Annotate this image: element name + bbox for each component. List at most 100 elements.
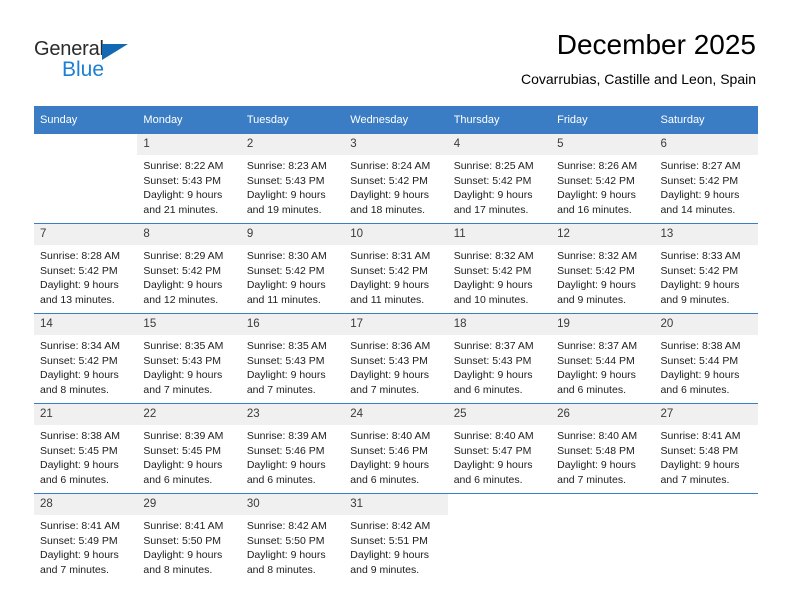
calendar-day-cell[interactable]: 5 Sunrise: 8:26 AM Sunset: 5:42 PM Daylight… [551,134,655,224]
daylight-duration-line1: Daylight: 9 hours [246,459,326,472]
day-number: 22 [137,404,241,425]
daylight-duration-line1: Daylight: 9 hours [40,549,119,562]
sunset-time: Sunset: 5:43 PM [246,354,325,367]
daylight-duration-line1: Daylight: 9 hours [143,459,223,472]
calendar-day-cell[interactable]: 6 Sunrise: 8:27 AM Sunset: 5:42 PM Daylight… [654,134,758,224]
calendar-day-cell[interactable]: 19 Sunrise: 8:37 AM Sunset: 5:44 PM Dayligh… [551,313,655,404]
calendar-day-cell[interactable]: 1 Sunrise: 8:22 AM Sunset: 5:43 PM Daylight… [137,134,241,224]
calendar-week-row: 28 Sunrise: 8:41 AM Sunset: 5:49 PM Dayligh… [34,493,758,583]
sunrise-time: Sunrise: 8:37 AM [453,340,534,352]
sunset-time: Sunset: 5:43 PM [350,354,428,367]
calendar-day-cell[interactable]: 26 Sunrise: 8:40 AM Sunset: 5:48 PM Dayligh… [551,403,655,494]
calendar-day-cell[interactable]: 24 Sunrise: 8:40 AM Sunset: 5:46 PM Dayligh… [344,403,448,494]
calendar-day-cell[interactable]: 16 Sunrise: 8:35 AM Sunset: 5:43 PM Dayligh… [240,313,345,404]
calendar-day-cell[interactable]: 4 Sunrise: 8:25 AM Sunset: 5:42 PM Daylight… [447,134,552,224]
sunrise-time: Sunrise: 8:32 AM [453,250,534,262]
calendar-day-cell[interactable]: 27 Sunrise: 8:41 AM Sunset: 5:48 PM Dayligh… [654,403,758,494]
sunset-time: Sunset: 5:45 PM [143,444,222,457]
day-details: Sunrise: 8:42 AM Sunset: 5:50 PM Daylight:… [241,515,344,577]
day-number: 10 [344,224,448,245]
daylight-duration-line1: Daylight: 9 hours [246,279,326,292]
day-number: 28 [34,494,138,515]
day-number: 29 [137,494,241,515]
sunset-time: Sunset: 5:43 PM [246,174,325,187]
calendar-day-cell [447,493,552,583]
general-blue-logo[interactable]: General Blue [34,38,154,84]
calendar-day-cell[interactable]: 22 Sunrise: 8:39 AM Sunset: 5:45 PM Dayligh… [137,403,241,494]
daylight-duration-line1: Daylight: 9 hours [246,189,326,202]
sunset-time: Sunset: 5:50 PM [246,534,325,547]
daylight-duration-line2: and 18 minutes. [350,203,425,216]
calendar-day-cell[interactable]: 31 Sunrise: 8:42 AM Sunset: 5:51 PM Dayligh… [344,493,448,583]
sunrise-time: Sunrise: 8:25 AM [453,160,534,172]
day-details: Sunrise: 8:38 AM Sunset: 5:44 PM Daylight:… [655,335,758,397]
daylight-duration-line1: Daylight: 9 hours [246,549,326,562]
daylight-duration-line2: and 17 minutes. [453,203,529,216]
day-details: Sunrise: 8:29 AM Sunset: 5:42 PM Daylight:… [137,245,240,307]
daylight-duration-line1: Daylight: 9 hours [143,279,223,292]
sunset-time: Sunset: 5:42 PM [40,264,118,277]
calendar-page: General Blue December 2025 Covarrubias, … [0,0,792,612]
calendar-day-cell[interactable]: 30 Sunrise: 8:42 AM Sunset: 5:50 PM Dayligh… [240,493,345,583]
daylight-duration-line2: and 13 minutes. [40,293,115,306]
daylight-duration-line1: Daylight: 9 hours [350,189,430,202]
daylight-duration-line1: Daylight: 9 hours [143,189,223,202]
calendar-day-cell[interactable]: 13 Sunrise: 8:33 AM Sunset: 5:42 PM Dayligh… [654,223,758,314]
daylight-duration-line1: Daylight: 9 hours [246,369,326,382]
calendar-day-cell[interactable]: 7 Sunrise: 8:28 AM Sunset: 5:42 PM Daylight… [34,223,138,314]
daylight-duration-line1: Daylight: 9 hours [660,189,740,202]
logo-text-blue: Blue [62,58,105,81]
day-details: Sunrise: 8:34 AM Sunset: 5:42 PM Daylight:… [34,335,137,397]
calendar-week-row: 7 Sunrise: 8:28 AM Sunset: 5:42 PM Daylight… [34,223,758,314]
day-details: Sunrise: 8:40 AM Sunset: 5:46 PM Daylight:… [344,425,447,487]
daylight-duration-line2: and 6 minutes. [660,383,730,396]
day-number: 14 [34,314,138,335]
daylight-duration-line2: and 7 minutes. [143,383,213,396]
daylight-duration-line2: and 6 minutes. [350,473,420,486]
day-number: 15 [137,314,241,335]
calendar-day-cell[interactable]: 3 Sunrise: 8:24 AM Sunset: 5:42 PM Daylight… [344,134,448,224]
calendar-day-cell[interactable]: 11 Sunrise: 8:32 AM Sunset: 5:42 PM Dayligh… [447,223,552,314]
calendar-week-row: 1 Sunrise: 8:22 AM Sunset: 5:43 PM Daylight… [34,134,758,224]
calendar-day-cell[interactable]: 29 Sunrise: 8:41 AM Sunset: 5:50 PM Dayligh… [137,493,241,583]
sunrise-time: Sunrise: 8:40 AM [557,430,638,442]
sunrise-time: Sunrise: 8:40 AM [453,430,534,442]
day-number [655,494,758,515]
day-number: 25 [447,404,552,425]
daylight-duration-line2: and 19 minutes. [246,203,322,216]
calendar-day-cell[interactable]: 18 Sunrise: 8:37 AM Sunset: 5:43 PM Dayligh… [447,313,552,404]
calendar-day-cell[interactable]: 14 Sunrise: 8:34 AM Sunset: 5:42 PM Dayligh… [34,313,138,404]
calendar-day-cell[interactable]: 23 Sunrise: 8:39 AM Sunset: 5:46 PM Dayligh… [240,403,345,494]
day-details: Sunrise: 8:41 AM Sunset: 5:50 PM Daylight:… [137,515,240,577]
sunset-time: Sunset: 5:42 PM [557,174,635,187]
daylight-duration-line1: Daylight: 9 hours [350,459,430,472]
calendar-day-cell[interactable]: 28 Sunrise: 8:41 AM Sunset: 5:49 PM Dayligh… [34,493,138,583]
calendar-day-cell[interactable]: 12 Sunrise: 8:32 AM Sunset: 5:42 PM Dayligh… [551,223,655,314]
calendar-day-cell[interactable]: 8 Sunrise: 8:29 AM Sunset: 5:42 PM Daylight… [137,223,241,314]
calendar-day-cell[interactable]: 15 Sunrise: 8:35 AM Sunset: 5:43 PM Dayligh… [137,313,241,404]
calendar-day-cell[interactable]: 21 Sunrise: 8:38 AM Sunset: 5:45 PM Dayligh… [34,403,138,494]
daylight-duration-line1: Daylight: 9 hours [557,279,636,292]
calendar-day-cell[interactable]: 10 Sunrise: 8:31 AM Sunset: 5:42 PM Dayligh… [344,223,448,314]
calendar-day-cell[interactable]: 25 Sunrise: 8:40 AM Sunset: 5:47 PM Dayligh… [447,403,552,494]
sunset-time: Sunset: 5:42 PM [143,264,222,277]
sunset-time: Sunset: 5:43 PM [143,174,222,187]
sunrise-time: Sunrise: 8:39 AM [246,430,327,442]
weekday-header-friday: Friday [551,106,655,134]
daylight-duration-line1: Daylight: 9 hours [143,549,223,562]
sunset-time: Sunset: 5:42 PM [557,264,635,277]
calendar-day-cell[interactable]: 20 Sunrise: 8:38 AM Sunset: 5:44 PM Dayligh… [654,313,758,404]
daylight-duration-line2: and 7 minutes. [557,473,626,486]
daylight-duration-line2: and 9 minutes. [350,563,420,576]
day-details: Sunrise: 8:37 AM Sunset: 5:44 PM Daylight:… [551,335,654,397]
calendar-day-cell[interactable]: 17 Sunrise: 8:36 AM Sunset: 5:43 PM Dayligh… [344,313,448,404]
daylight-duration-line1: Daylight: 9 hours [557,189,636,202]
sunset-time: Sunset: 5:44 PM [557,354,635,367]
calendar-day-cell[interactable]: 9 Sunrise: 8:30 AM Sunset: 5:42 PM Daylight… [240,223,345,314]
calendar-day-cell[interactable]: 2 Sunrise: 8:23 AM Sunset: 5:43 PM Daylight… [240,134,345,224]
day-number: 26 [551,404,655,425]
weekday-header-tuesday: Tuesday [240,106,345,134]
daylight-duration-line1: Daylight: 9 hours [350,279,430,292]
page-header: General Blue December 2025 Covarrubias, … [0,0,792,100]
sunset-time: Sunset: 5:48 PM [660,444,739,457]
